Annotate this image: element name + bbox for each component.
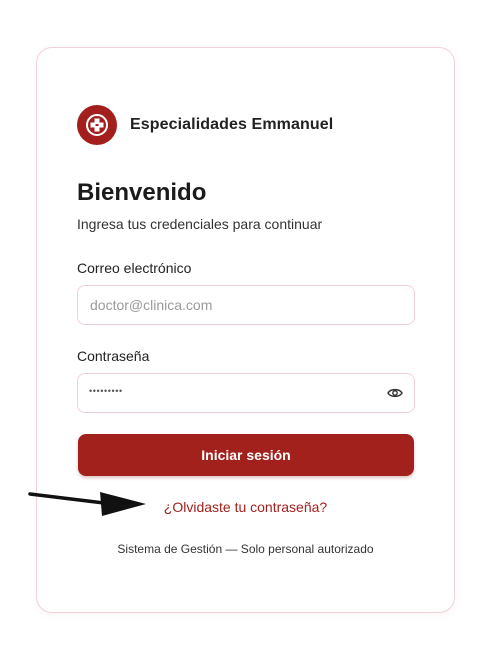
brand-header: Especialidades Emmanuel	[77, 105, 333, 145]
password-input-value[interactable]: •••••••••	[89, 386, 123, 396]
page-title: Bienvenido	[77, 179, 207, 206]
email-field-box	[77, 285, 415, 325]
footer-note: Sistema de Gestión — Solo personal autor…	[117, 542, 374, 556]
page-subtitle: Ingresa tus credenciales para continuar	[77, 216, 323, 232]
email-input[interactable]	[78, 286, 414, 324]
password-label: Contraseña	[77, 348, 150, 364]
password-field[interactable]: •••••••••	[77, 373, 415, 413]
arrow-right-icon	[28, 492, 146, 516]
brand-name: Especialidades Emmanuel	[130, 116, 334, 133]
eye-icon[interactable]	[387, 386, 403, 400]
login-button[interactable]: Iniciar sesión	[78, 434, 414, 476]
brand-logo	[77, 105, 117, 145]
medical-cross-icon	[86, 114, 108, 136]
login-card: Especialidades Emmanuel Bienvenido Ingre…	[36, 47, 455, 613]
email-label: Correo electrónico	[77, 260, 192, 276]
